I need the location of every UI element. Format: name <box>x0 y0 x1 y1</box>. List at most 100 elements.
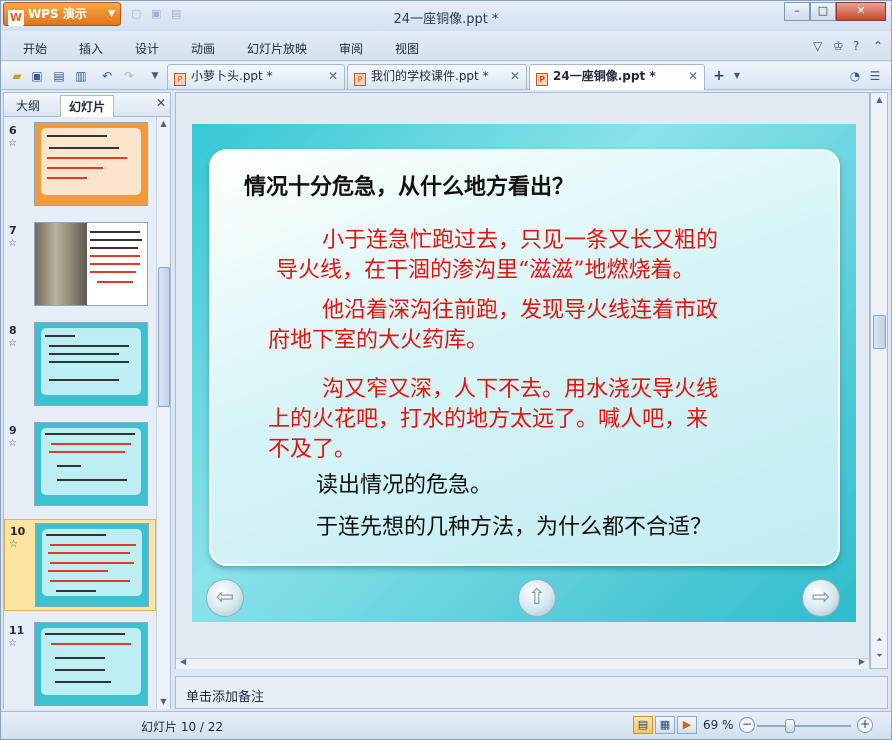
scrollbar-thumb[interactable] <box>158 267 170 407</box>
slide-thumb-11[interactable]: 11 ☆ <box>4 619 156 709</box>
settings-icon[interactable]: ☰ <box>867 68 883 84</box>
menu-review[interactable]: 审阅 <box>339 40 363 57</box>
menu-insert[interactable]: 插入 <box>79 40 103 57</box>
slide-thumb-8[interactable]: 8 ☆ <box>4 319 156 411</box>
slide-thumb-10[interactable]: 10 ☆ <box>4 519 156 611</box>
thumbnail-image <box>34 222 148 306</box>
zoom-slider-track[interactable] <box>757 725 851 727</box>
ppt-file-icon: P <box>174 73 186 86</box>
tab-doc-2[interactable]: P 我们的学校课件.ppt * ✕ <box>347 64 527 89</box>
notes-pane[interactable]: 单击添加备注 <box>175 676 888 709</box>
menu-slideshow[interactable]: 幻灯片放映 <box>247 40 307 57</box>
panel-tabs: 大纲 幻灯片 ✕ <box>4 93 170 117</box>
close-icon[interactable]: ✕ <box>156 96 166 110</box>
slide-sorter-view-icon[interactable]: ▦ <box>655 716 675 734</box>
home-slide-button[interactable]: ⇧ <box>518 579 556 617</box>
maximize-button[interactable]: □ <box>810 2 836 21</box>
app-window: W WPS 演示 ▼ ▢ ▣ ▤ 24一座铜像.ppt * – □ ✕ 开始 插入… <box>0 0 892 740</box>
thumbnail-image <box>34 422 148 506</box>
slide-content-board <box>209 149 840 566</box>
menu-design[interactable]: 设计 <box>135 40 159 57</box>
ppt-file-icon: P <box>536 73 548 86</box>
horizontal-scrollbar[interactable]: ◀ ▶ <box>176 657 869 669</box>
window-title: 24一座铜像.ppt * <box>393 12 499 27</box>
skin-icon[interactable]: ♔ <box>833 39 844 53</box>
slide-number: 9 <box>9 424 17 437</box>
close-icon[interactable]: ✕ <box>688 65 698 88</box>
print-icon[interactable]: ▤ <box>51 68 67 84</box>
slide-paragraph-3-line-1[interactable]: 沟又窄又深，人下不去。用水浇灭导火线 <box>322 374 718 405</box>
slide-paragraph-1-line-1[interactable]: 小于连急忙跑过去，只见一条又长又粗的 <box>322 225 718 256</box>
slide-paragraph-3-line-3[interactable]: 不及了。 <box>268 434 356 465</box>
slide-canvas[interactable]: 情况十分危急，从什么地方看出？ 小于连急忙跑过去，只见一条又长又粗的 导火线，在… <box>192 124 856 622</box>
status-bar: 幻灯片 10 / 22 ▤ ▦ ▶ 69 % − + <box>1 711 891 739</box>
next-slide-button[interactable]: ⇨ <box>802 579 840 617</box>
close-button[interactable]: ✕ <box>836 2 886 21</box>
slide-thumb-7[interactable]: 7 ☆ <box>4 219 156 311</box>
ppt-file-icon: P <box>354 73 366 86</box>
scroll-down-icon[interactable]: ▼ <box>157 695 170 709</box>
menu-start[interactable]: 开始 <box>23 40 47 57</box>
slide-thumb-6[interactable]: 6 ☆ <box>4 119 156 211</box>
tab-label: 24一座铜像.ppt * <box>553 69 656 83</box>
tab-slides[interactable]: 幻灯片 <box>60 95 115 117</box>
zoom-in-button[interactable]: + <box>857 717 873 733</box>
menu-bar: 开始 插入 设计 动画 幻灯片放映 审阅 视图 ▽ ♔ ? ⌃ <box>1 31 891 61</box>
thumbnail-image <box>35 523 149 607</box>
next-page-icon[interactable]: ⏷ <box>873 649 886 663</box>
slide-paragraph-2-line-2[interactable]: 府地下室的大火药库。 <box>268 325 488 356</box>
zoom-slider-knob[interactable] <box>785 719 795 733</box>
animation-star-icon: ☆ <box>9 539 18 550</box>
animation-star-icon: ☆ <box>8 138 17 149</box>
document-toolbar: ▰ ▣ ▤ ▥ ↶ ↷ ▼ P 小萝卜头.ppt * ✕ P 我们的学校课件.ppt… <box>1 62 891 90</box>
redo-icon[interactable]: ↷ <box>121 68 137 84</box>
close-icon[interactable]: ✕ <box>328 65 338 88</box>
chevron-down-icon[interactable]: ▼ <box>729 68 745 84</box>
slide-thumbnails: 6 ☆ 7 ☆ 8 ☆ 9 ☆ 10 ☆ 11 ☆ <box>4 117 156 709</box>
slide-line-b[interactable]: 于连先想的几种方法，为什么都不合适？ <box>316 512 712 543</box>
scroll-right-icon[interactable]: ▶ <box>859 657 865 666</box>
ribbon-toggle-icon[interactable]: ⌃ <box>873 39 883 53</box>
menu-animation[interactable]: 动画 <box>191 40 215 57</box>
open-folder-icon[interactable]: ▰ <box>9 68 25 84</box>
sync-icon[interactable]: ◔ <box>847 68 863 84</box>
slide-thumb-9[interactable]: 9 ☆ <box>4 419 156 511</box>
zoom-out-button[interactable]: − <box>739 717 755 733</box>
close-icon[interactable]: ✕ <box>510 65 520 88</box>
print-preview-icon[interactable]: ▥ <box>73 68 89 84</box>
slide-counter: 幻灯片 10 / 22 <box>141 720 224 734</box>
tab-outline[interactable]: 大纲 <box>16 97 40 114</box>
notes-placeholder: 单击添加备注 <box>186 690 265 705</box>
prev-slide-button[interactable]: ⇦ <box>206 579 244 617</box>
slide-paragraph-2-line-1[interactable]: 他沿着深沟往前跑，发现导火线连着市政 <box>322 295 718 326</box>
panel-scrollbar[interactable]: ▲ ▼ <box>156 117 170 709</box>
new-tab-icon[interactable]: + <box>711 68 727 84</box>
slideshow-view-icon[interactable]: ▶ <box>677 716 697 734</box>
thumbnail-image <box>34 622 148 706</box>
help-icon[interactable]: ? <box>853 39 859 53</box>
minimize-button[interactable]: – <box>784 2 810 21</box>
slide-number: 11 <box>9 624 25 637</box>
scroll-up-icon[interactable]: ▲ <box>157 117 170 131</box>
slides-panel: 大纲 幻灯片 ✕ 6 ☆ 7 ☆ 8 ☆ 9 ☆ 10 ☆ 11 ☆ ▲ ▼ <box>3 92 171 709</box>
slide-paragraph-1-line-2[interactable]: 导火线，在干涸的渗沟里“滋滋”地燃烧着。 <box>276 255 695 286</box>
undo-icon[interactable]: ↶ <box>99 68 115 84</box>
prev-page-icon[interactable]: ⏶ <box>873 633 886 647</box>
chevron-down-icon[interactable]: ▼ <box>147 68 163 84</box>
animation-star-icon: ☆ <box>8 238 17 249</box>
tab-doc-active[interactable]: P 24一座铜像.ppt * ✕ <box>529 64 705 90</box>
chevron-down-icon[interactable]: ▽ <box>813 39 822 53</box>
editor-scrollbar[interactable]: ▲ ⏶ ⏷ <box>870 92 888 669</box>
save-icon[interactable]: ▣ <box>29 68 45 84</box>
scroll-up-icon[interactable]: ▲ <box>873 93 886 107</box>
normal-view-icon[interactable]: ▤ <box>633 716 653 734</box>
scrollbar-thumb[interactable] <box>873 315 886 349</box>
menu-view[interactable]: 视图 <box>395 40 419 57</box>
slide-line-a[interactable]: 读出情况的危急。 <box>316 470 492 501</box>
slide-number: 6 <box>9 124 17 137</box>
slide-paragraph-3-line-2[interactable]: 上的火花吧，打水的地方太远了。喊人吧，来 <box>268 404 708 435</box>
slide-heading[interactable]: 情况十分危急，从什么地方看出？ <box>244 172 574 203</box>
scroll-left-icon[interactable]: ◀ <box>180 657 186 666</box>
thumbnail-image <box>34 322 148 406</box>
tab-doc-1[interactable]: P 小萝卜头.ppt * ✕ <box>167 64 345 89</box>
